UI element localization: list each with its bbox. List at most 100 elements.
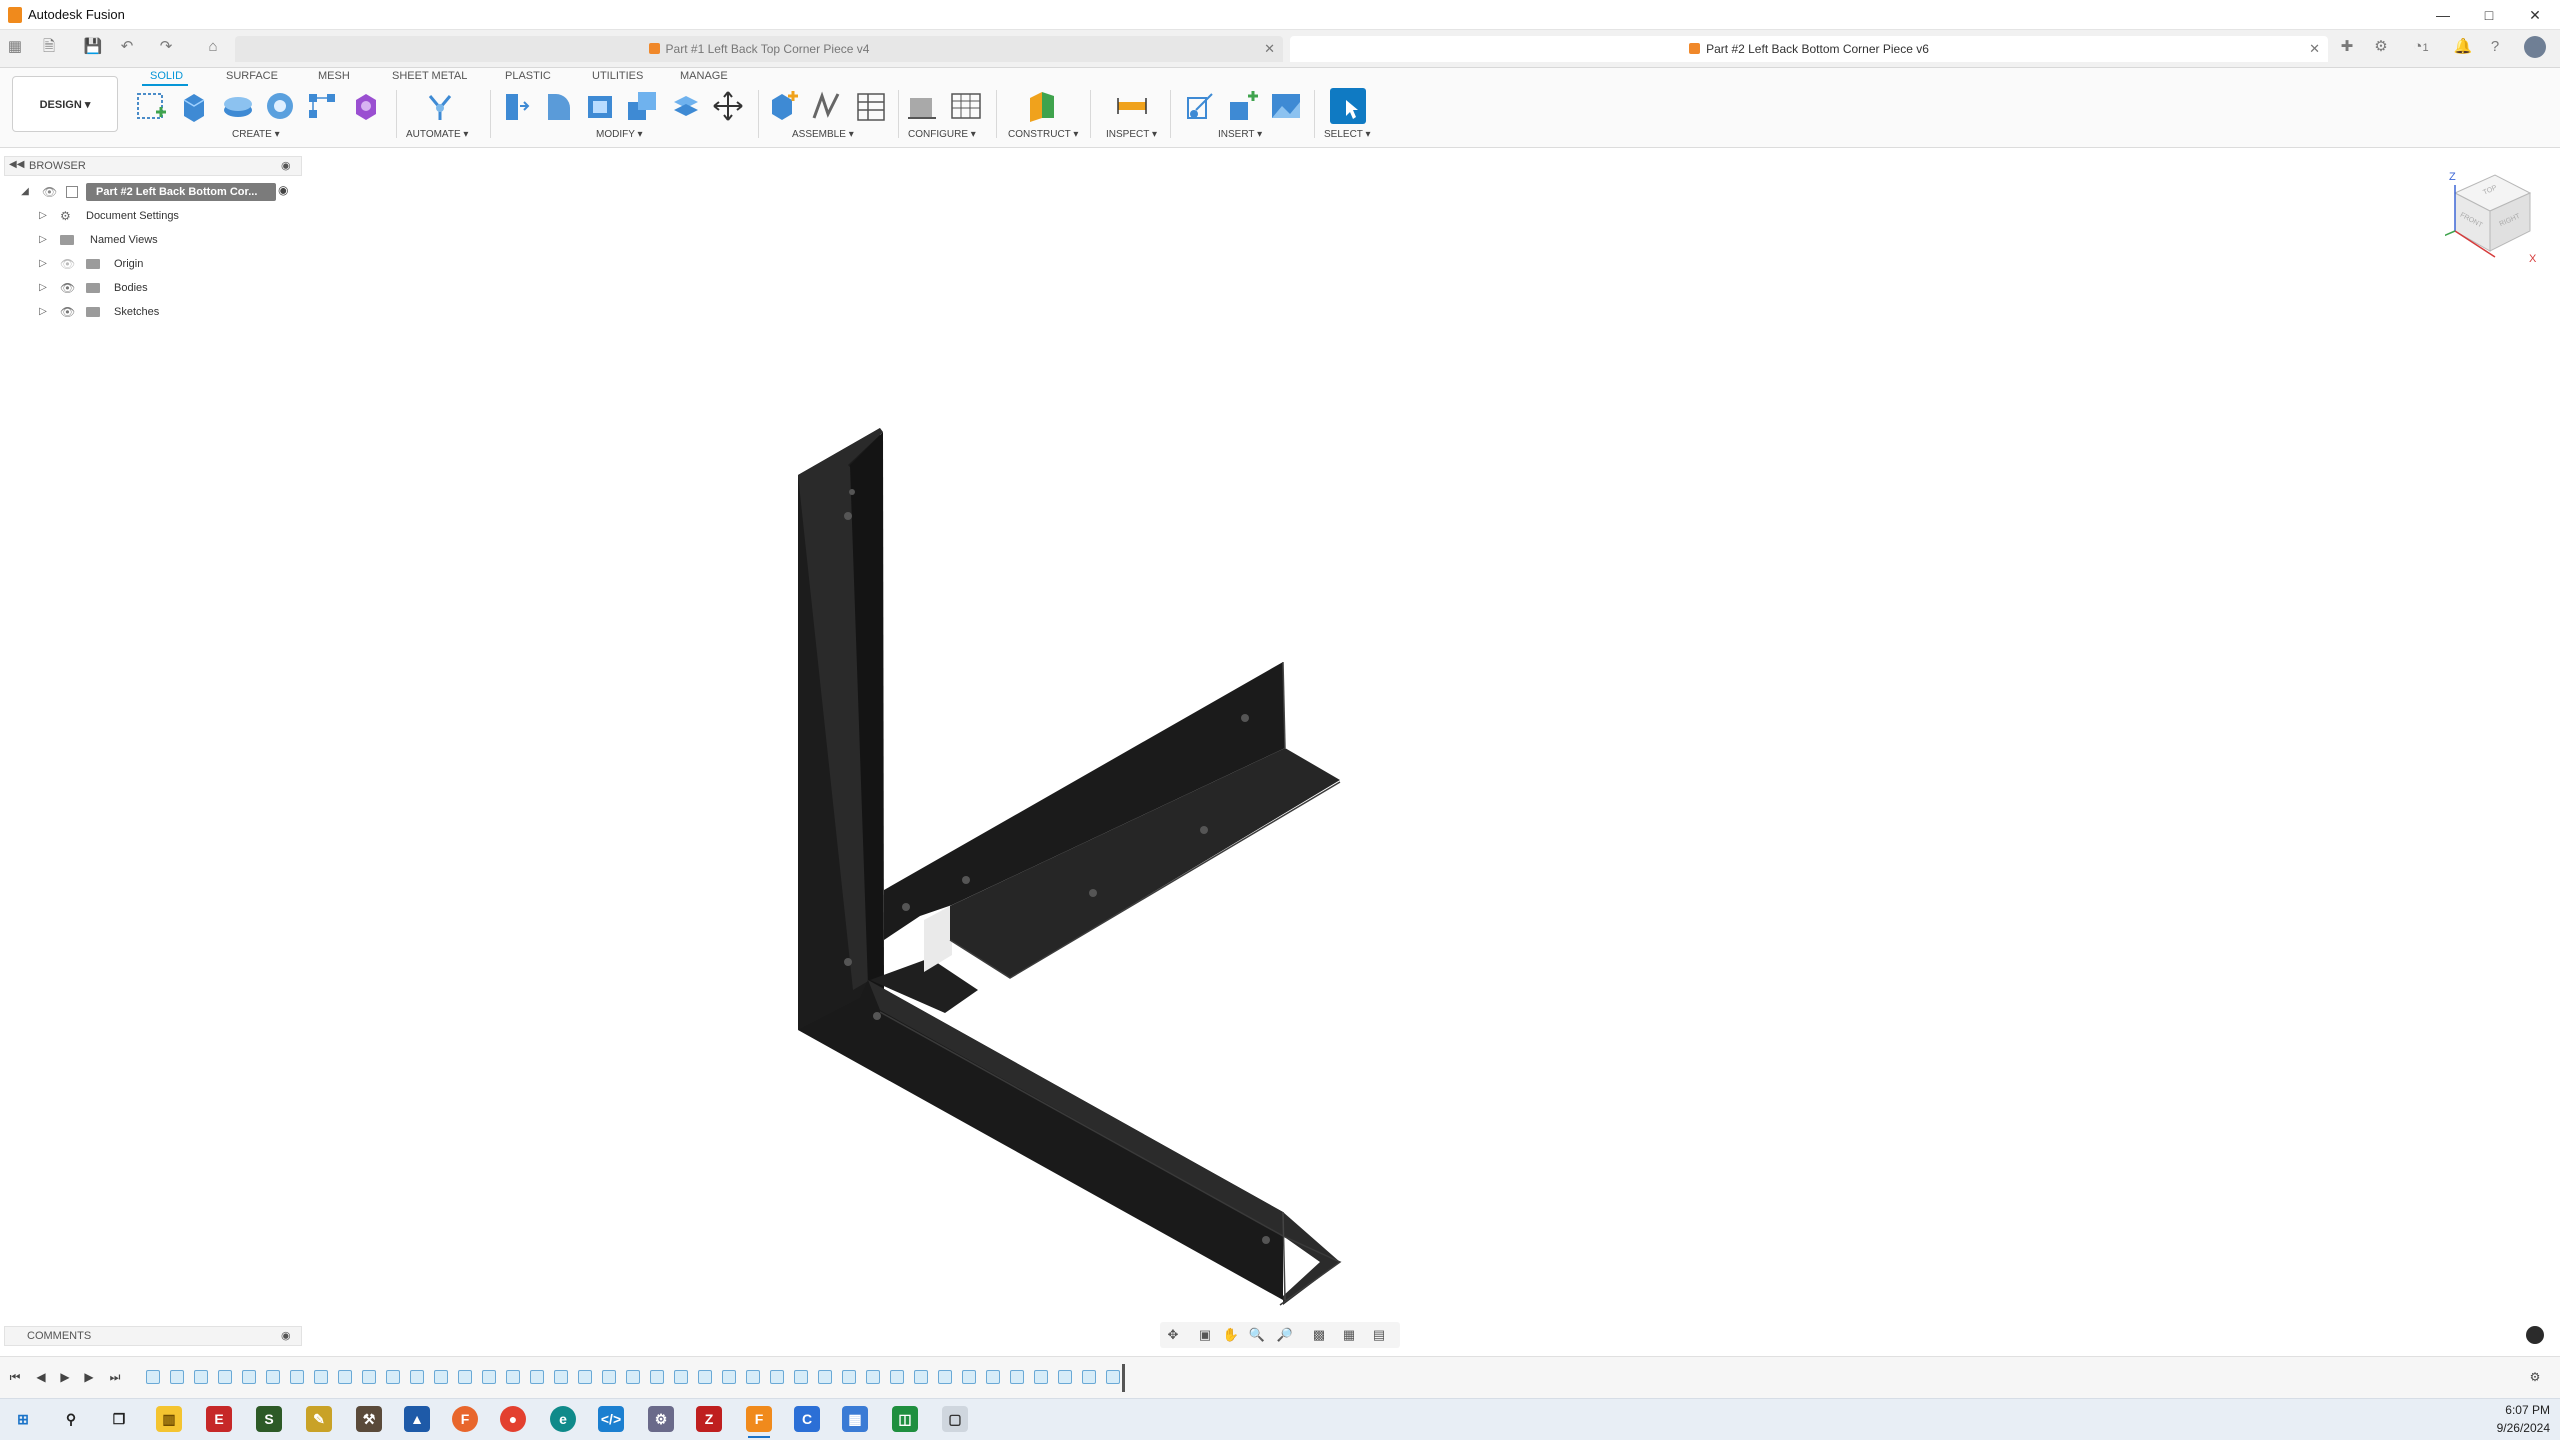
timeline-feature[interactable]	[530, 1370, 544, 1384]
tab-manage[interactable]: MANAGE	[680, 68, 728, 84]
timeline-feature[interactable]	[866, 1370, 880, 1384]
play-icon[interactable]: ▶	[56, 1368, 74, 1386]
new-tab-icon[interactable]: ✚	[2336, 36, 2358, 58]
timeline-feature[interactable]	[1034, 1370, 1048, 1384]
group-modify[interactable]: MODIFY ▾	[596, 128, 643, 142]
timeline-feature[interactable]	[770, 1370, 784, 1384]
timeline-feature[interactable]	[1010, 1370, 1024, 1384]
timeline-feature[interactable]	[242, 1370, 256, 1384]
edge-icon[interactable]: e	[550, 1406, 576, 1432]
timeline-feature[interactable]	[602, 1370, 616, 1384]
collapse-arrow-icon[interactable]: ◢	[20, 187, 30, 197]
file-menu-icon[interactable]: 🗎	[38, 36, 60, 58]
tree-item-bodies[interactable]: ▷ 👁 Bodies	[0, 277, 200, 299]
timeline-feature[interactable]	[914, 1370, 928, 1384]
timeline-feature[interactable]	[794, 1370, 808, 1384]
root-component[interactable]: Part #2 Left Back Bottom Cor...	[86, 183, 276, 201]
zoom-icon[interactable]: 🔍	[1248, 1326, 1266, 1344]
file-explorer-icon[interactable]: ▥	[156, 1406, 182, 1432]
search-icon[interactable]: ⚲	[58, 1406, 84, 1432]
timeline-feature[interactable]	[1058, 1370, 1072, 1384]
job-status-icon[interactable]: ◔1	[2404, 36, 2438, 58]
timeline-feature[interactable]	[338, 1370, 352, 1384]
revolve-icon[interactable]	[220, 88, 256, 124]
select-icon[interactable]	[1330, 88, 1366, 124]
timeline-feature[interactable]	[482, 1370, 496, 1384]
app-window-icon[interactable]: ▢	[942, 1406, 968, 1432]
create-sketch-icon[interactable]	[134, 88, 170, 124]
group-assemble[interactable]: ASSEMBLE ▾	[792, 128, 854, 142]
comments-pin-icon[interactable]: ◉	[281, 1327, 291, 1345]
timeline-feature[interactable]	[578, 1370, 592, 1384]
timeline-feature[interactable]	[146, 1370, 160, 1384]
app-grid-icon[interactable]: ▦	[4, 36, 26, 58]
avatar[interactable]	[2524, 36, 2546, 58]
hole-icon[interactable]	[262, 88, 298, 124]
shell-icon[interactable]	[582, 88, 618, 124]
visibility-eye-hidden-icon[interactable]: 👁	[60, 253, 75, 275]
browser-panel-header[interactable]: ◀◀ BROWSER ◉	[4, 156, 302, 176]
insert-derive-icon[interactable]	[1182, 88, 1218, 124]
home-icon[interactable]: ⌂	[202, 36, 224, 58]
app-es-icon[interactable]: E	[206, 1406, 232, 1432]
go-to-end-icon[interactable]: ⏭	[106, 1368, 124, 1386]
tab-part-1[interactable]: Part #1 Left Back Top Corner Piece v4 ✕	[235, 36, 1283, 62]
expand-arrow-icon[interactable]: ▷	[38, 283, 48, 293]
help-icon[interactable]: ?	[2484, 36, 2506, 58]
browser-pin-icon[interactable]: ◉	[281, 159, 291, 172]
timeline-feature[interactable]	[194, 1370, 208, 1384]
timeline-feature[interactable]	[1106, 1370, 1120, 1384]
undo-icon[interactable]: ↶	[116, 36, 138, 58]
close-tab-icon[interactable]: ✕	[2309, 36, 2320, 62]
timeline-feature[interactable]	[266, 1370, 280, 1384]
collapse-panel-icon[interactable]: ◀◀	[9, 159, 24, 170]
timeline-feature[interactable]	[554, 1370, 568, 1384]
tab-utilities[interactable]: UTILITIES	[592, 68, 643, 84]
new-component-icon[interactable]	[764, 88, 800, 124]
expand-arrow-icon[interactable]: ▷	[38, 235, 48, 245]
configuration-table-icon[interactable]	[948, 88, 984, 124]
windows-start-icon[interactable]: ⊞	[10, 1406, 36, 1432]
timeline-feature[interactable]	[386, 1370, 400, 1384]
app-gear-icon[interactable]: ⚙	[648, 1406, 674, 1432]
chrome-icon[interactable]: ●	[500, 1406, 526, 1432]
timeline-settings-icon[interactable]: ⚙	[2526, 1368, 2544, 1386]
timeline-feature[interactable]	[290, 1370, 304, 1384]
form-icon[interactable]	[348, 88, 384, 124]
tab-plastic[interactable]: PLASTIC	[505, 68, 551, 84]
app-pencil-icon[interactable]: ✎	[306, 1406, 332, 1432]
insert-mesh-icon[interactable]	[1224, 88, 1260, 124]
group-automate[interactable]: AUTOMATE ▾	[406, 128, 468, 142]
timeline-feature[interactable]	[626, 1370, 640, 1384]
close-tab-icon[interactable]: ✕	[1264, 36, 1275, 62]
fillet-icon[interactable]	[540, 88, 576, 124]
group-create[interactable]: CREATE ▾	[232, 128, 280, 142]
step-forward-icon[interactable]: ▶	[80, 1368, 98, 1386]
timeline-feature[interactable]	[746, 1370, 760, 1384]
calculator-icon[interactable]: ▦	[842, 1406, 868, 1432]
grid-settings-icon[interactable]: ▦	[1340, 1326, 1358, 1344]
timeline-feature[interactable]	[674, 1370, 688, 1384]
workspace-switcher[interactable]: DESIGN ▾	[12, 76, 118, 132]
tree-item-named-views[interactable]: ▷ Named Views	[0, 229, 200, 251]
group-insert[interactable]: INSERT ▾	[1218, 128, 1262, 142]
vscode-icon[interactable]: </>	[598, 1406, 624, 1432]
tab-solid[interactable]: SOLID	[150, 68, 183, 84]
pan-icon[interactable]: ✋	[1222, 1326, 1240, 1344]
pattern-icon[interactable]	[304, 88, 340, 124]
fusion-taskbar-icon[interactable]: F	[746, 1406, 772, 1432]
timeline-feature[interactable]	[362, 1370, 376, 1384]
offset-face-icon[interactable]	[668, 88, 704, 124]
tab-surface[interactable]: SURFACE	[226, 68, 278, 84]
move-icon[interactable]	[710, 88, 746, 124]
measure-icon[interactable]	[1114, 88, 1150, 124]
timeline-feature[interactable]	[698, 1370, 712, 1384]
timeline-feature[interactable]	[842, 1370, 856, 1384]
timeline-feature[interactable]	[458, 1370, 472, 1384]
tab-part-2[interactable]: Part #2 Left Back Bottom Corner Piece v6…	[1290, 36, 2328, 62]
timeline-feature[interactable]	[722, 1370, 736, 1384]
3d-viewport[interactable]	[0, 150, 2560, 1330]
timeline-feature[interactable]	[506, 1370, 520, 1384]
timeline-feature[interactable]	[218, 1370, 232, 1384]
timeline-feature[interactable]	[938, 1370, 952, 1384]
